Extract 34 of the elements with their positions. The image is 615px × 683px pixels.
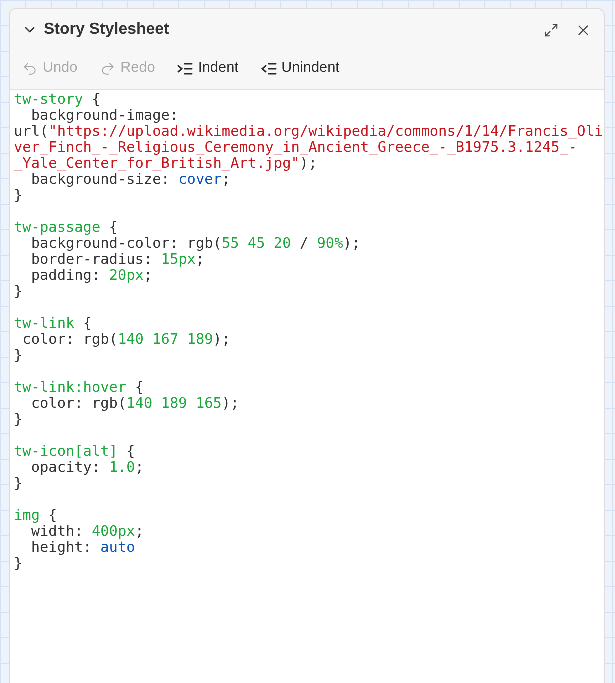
- indent-icon: [177, 62, 194, 76]
- code-line: color: rgb(140 189 165);: [30, 396, 240, 412]
- code-line: }: [14, 284, 23, 300]
- code-line: tw-link {: [14, 316, 92, 332]
- code-line: height: auto: [30, 540, 136, 556]
- code-line: tw-link:hover {: [14, 380, 144, 396]
- code-line: background-color: rgb(55 45 20 / 90%);: [30, 236, 361, 252]
- code-line: }: [14, 556, 23, 572]
- code-line: color: rgb(140 167 189);: [22, 332, 231, 348]
- code-line: background-size: cover;: [30, 172, 231, 188]
- code-line: _Yale_Center_for_British_Art.jpg");: [14, 156, 318, 172]
- outdent-icon: [260, 62, 277, 76]
- code-line: background-image:: [30, 108, 179, 124]
- code-line: ver_Finch_-_Religious_Ceremony_in_Ancient_Greece_-_B1975.3.1245_-: [14, 140, 578, 156]
- code-line: }: [14, 476, 23, 492]
- indent-button[interactable]: Indent: [177, 58, 239, 80]
- redo-icon: [100, 61, 116, 77]
- code-line: }: [14, 412, 23, 428]
- unindent-button[interactable]: Unindent: [260, 58, 340, 80]
- code-line: padding: 20px;: [30, 268, 153, 284]
- code-line: tw-passage {: [14, 220, 118, 236]
- code-line: img {: [14, 508, 58, 524]
- code-line: tw-story {: [14, 92, 101, 108]
- code-line: tw-icon[alt] {: [14, 444, 136, 460]
- maximize-icon: [544, 22, 559, 38]
- code-line: url("https://upload.wikimedia.org/wikipedia/commons/1/14/Francis_Oli: [14, 124, 604, 140]
- undo-icon: [22, 61, 38, 77]
- code-line: width: 400px;: [30, 524, 144, 540]
- code-line: border-radius: 15px;: [30, 252, 205, 268]
- code-line: }: [14, 188, 23, 204]
- panel-title: Story Stylesheet: [44, 20, 170, 40]
- maximize-button[interactable]: [544, 22, 559, 38]
- code-line: opacity: 1.0;: [30, 460, 144, 476]
- code-line: }: [14, 348, 23, 364]
